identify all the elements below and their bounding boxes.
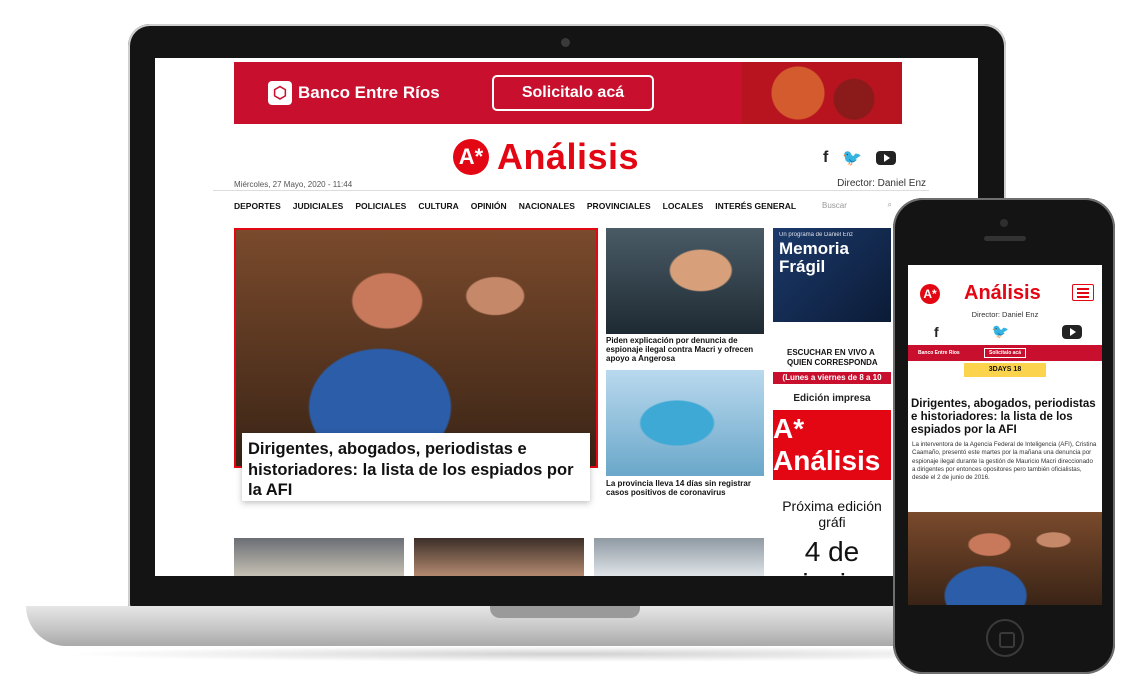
mobile-promo-banner[interactable]: 3DAYS 18	[964, 363, 1046, 377]
laptop-notch	[490, 606, 640, 618]
ad-cta-button[interactable]: Solicitalo acá	[492, 75, 654, 111]
nav-item-provinciales[interactable]: PROVINCIALES	[587, 201, 651, 211]
schedule-bar: (Lunes a viernes de 8 a 10	[773, 372, 891, 384]
mobile-site: A* Análisis Director: Daniel Enz f 🐦 Ban…	[908, 265, 1102, 605]
mobile-logo[interactable]: A* Análisis	[920, 282, 1041, 305]
story3-photo[interactable]	[606, 370, 764, 476]
nav-item-judiciales[interactable]: JUDICIALES	[293, 201, 344, 211]
mobile-headline[interactable]: Dirigentes, abogados, periodistas e hist…	[911, 398, 1099, 438]
thumbnail-story[interactable]	[234, 538, 404, 576]
search-icon[interactable]: ⌕	[888, 200, 892, 210]
bank-logo-icon: ⬡	[268, 81, 292, 105]
next-edition-text: Próxima edición gráfi	[782, 498, 882, 530]
youtube-icon[interactable]	[1061, 324, 1082, 339]
search-placeholder: Buscar	[822, 200, 847, 210]
listen-live-link[interactable]: ESCUCHAR EN VIVO A QUIEN CORRESPONDA	[773, 348, 891, 368]
story2-photo[interactable]	[606, 228, 764, 334]
memoria-title: Memoria Frágil	[779, 239, 849, 276]
phone-camera	[1000, 219, 1008, 227]
mobile-logo-text: Análisis	[964, 282, 1041, 304]
nav-item-cultura[interactable]: CULTURA	[418, 201, 458, 211]
thumbnail-story[interactable]	[414, 538, 584, 576]
search-input[interactable]: Buscar ⌕	[818, 195, 896, 215]
social-links: f 🐦	[823, 148, 897, 168]
director-text: Director: Daniel Enz	[837, 178, 926, 189]
nav-item-locales[interactable]: LOCALES	[663, 201, 704, 211]
print-edition-cover[interactable]: A* Análisis	[773, 410, 891, 480]
mobile-logo-mark-icon: A*	[920, 283, 940, 304]
twitter-icon[interactable]: 🐦	[992, 323, 1009, 340]
nav-item-policiales[interactable]: POLICIALES	[355, 201, 406, 211]
story2-headline[interactable]: Piden explicación por denuncia de espion…	[606, 336, 764, 364]
laptop-camera	[561, 38, 570, 47]
mobile-social-links: f 🐦	[934, 323, 1082, 340]
mobile-story-photo[interactable]	[908, 512, 1102, 605]
next-edition-date: 4 de junio	[802, 536, 861, 576]
header-divider	[213, 190, 929, 191]
main-story-headline[interactable]: Dirigentes, abogados, periodistas e hist…	[242, 433, 590, 501]
twitter-icon[interactable]: 🐦	[842, 148, 862, 168]
facebook-icon[interactable]: f	[823, 149, 828, 167]
site-logo[interactable]: A* Análisis	[453, 136, 639, 178]
ad-banner[interactable]: ⬡ Banco Entre Ríos Solicitalo acá	[234, 62, 902, 124]
mobile-ad-cta-button[interactable]: Solicitalo acá	[984, 348, 1026, 358]
mobile-ad-banner[interactable]: Banco Entre Ríos Solicitalo acá	[908, 345, 1102, 361]
memoria-fragil-banner[interactable]: Un programa de Daniel Enz Memoria Frágil	[773, 228, 891, 322]
ad-bank-name: Banco Entre Ríos	[298, 83, 440, 102]
mobile-director-text: Director: Daniel Enz	[971, 310, 1039, 319]
memoria-subtitle: Un programa de Daniel Enz	[779, 232, 854, 238]
youtube-icon[interactable]	[876, 151, 897, 165]
main-nav: DEPORTES JUDICIALES POLICIALES CULTURA O…	[234, 201, 796, 211]
desktop-site: ⬡ Banco Entre Ríos Solicitalo acá A* Aná…	[155, 58, 978, 576]
thumbnail-story[interactable]	[594, 538, 764, 576]
print-edition-label: Edición impresa	[793, 393, 871, 404]
logo-text: Análisis	[497, 136, 640, 177]
logo-mark-icon: A*	[453, 139, 489, 175]
facebook-icon[interactable]: f	[934, 324, 939, 340]
story3-headline[interactable]: La provincia lleva 14 días sin registrar…	[606, 479, 764, 497]
phone-home-button[interactable]	[986, 619, 1024, 657]
hamburger-menu-icon[interactable]	[1072, 284, 1094, 301]
phone-speaker	[984, 236, 1026, 241]
mobile-article-body: La interventora de la Agencia Federal de…	[912, 441, 1097, 482]
nav-item-nacionales[interactable]: NACIONALES	[519, 201, 575, 211]
nav-item-opinion[interactable]: OPINIÓN	[471, 201, 507, 211]
mobile-ad-bank: Banco Entre Ríos	[918, 350, 960, 356]
nav-item-deportes[interactable]: DEPORTES	[234, 201, 281, 211]
nav-item-interes-general[interactable]: INTERÉS GENERAL	[715, 201, 796, 211]
date-text: Miércoles, 27 Mayo, 2020 - 11:44	[234, 180, 353, 189]
main-story-photo[interactable]	[234, 228, 598, 468]
ad-artwork	[742, 62, 902, 124]
